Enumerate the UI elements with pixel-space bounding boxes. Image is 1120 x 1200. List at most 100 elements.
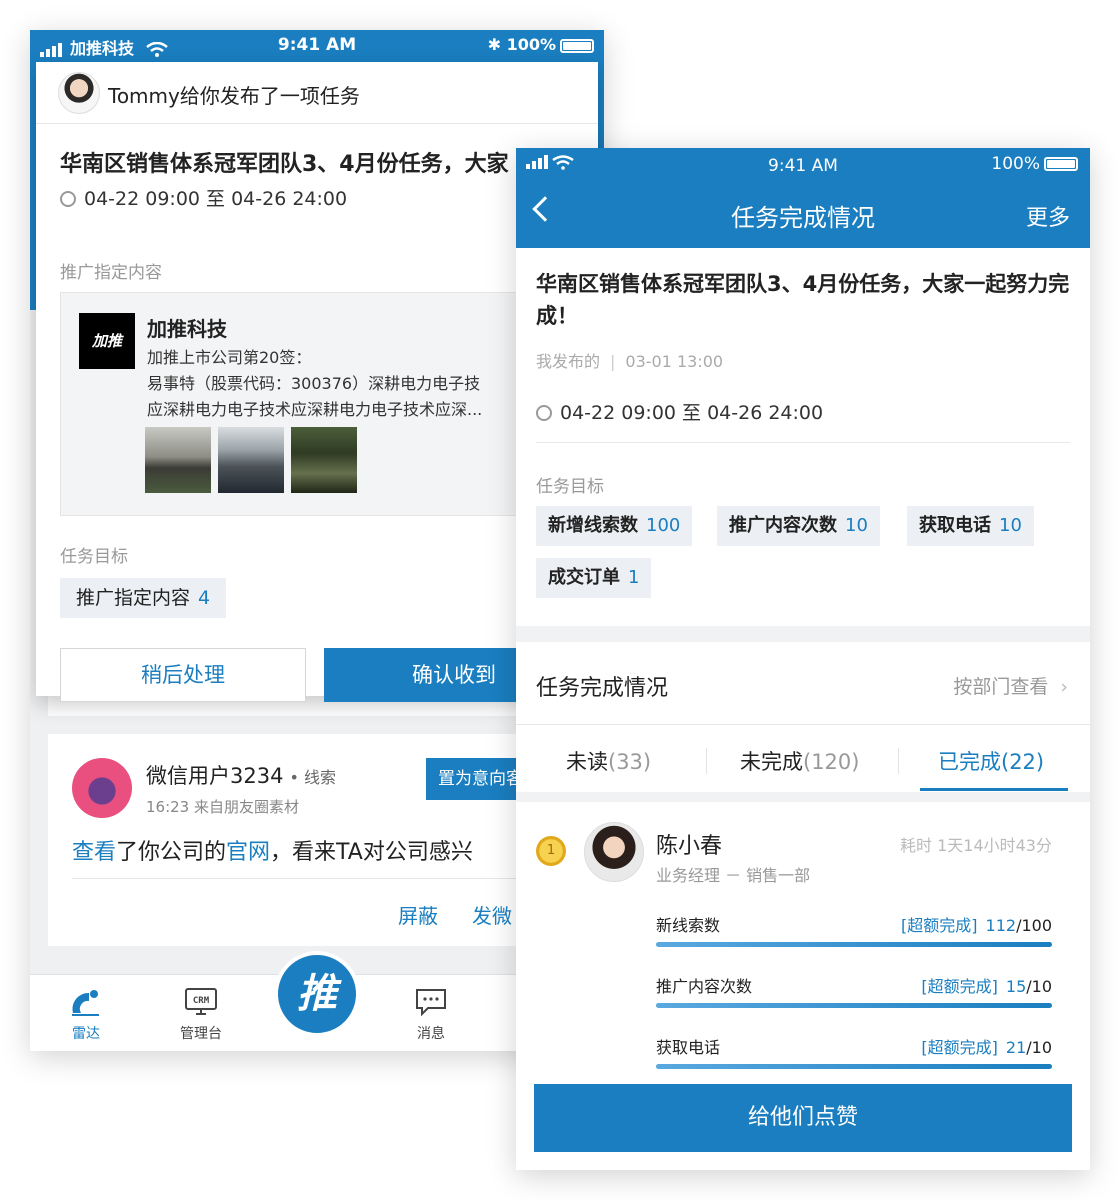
tab-radar[interactable]: 雷达 [46,987,126,1043]
clock-icon [60,191,76,207]
metric-label: 推广内容次数 [656,977,753,996]
metric-label: 获取电话 [656,1038,721,1057]
block-button[interactable]: 屏蔽 [398,900,438,929]
bluetooth-icon: ✱ [487,35,507,54]
goal-chip: 新增线索数 100 [536,506,693,546]
goal-chip: 推广内容次数 10 [717,506,880,546]
tab-unread[interactable]: 未读(33) [566,746,651,776]
metric-row: 推广内容次数 [超额完成] 15/10 [656,973,1052,1008]
goal-chip-value: 10 [845,515,868,536]
tab-message-label: 消息 [417,1026,445,1042]
metric-target: /10 [1026,1038,1052,1057]
goal-chip-label: 新增线索数 [548,515,638,536]
progress-fill [656,1064,1052,1069]
time-range-text: 04-22 09:00 至 04-26 24:00 [84,188,348,210]
promo-image[interactable] [291,427,357,493]
popup-header: Tommy给你发布了一项任务 [36,62,598,124]
tab-count: (22) [1001,750,1045,774]
metric-value: [超额完成] 15/10 [921,973,1052,997]
status-bar: 加推科技 9:41 AM ✱ 100% [30,30,604,60]
progress-fill [656,942,1052,947]
metric-label: 新线索数 [656,916,721,935]
goal-chip-label: 推广内容次数 [729,515,837,536]
goal-chip-value: 10 [999,515,1022,536]
lead-tag: • 线索 [289,768,336,787]
tab-message[interactable]: 消息 [391,987,471,1043]
tab-incomplete[interactable]: 未完成(120) [740,746,859,776]
divider [536,442,1070,443]
goal-chip-label: 获取电话 [919,515,991,536]
metric-value: [超额完成] 112/100 [901,912,1052,936]
task-time-range: 04-22 09:00 至 04-26 24:00 [60,184,347,211]
lead-message: 查看了你公司的官网，看来TA对公司感兴 [72,834,473,866]
view-link[interactable]: 查看 [72,840,116,865]
avatar[interactable] [584,822,644,882]
metric-target: /100 [1016,916,1052,935]
task-popup: Tommy给你发布了一项任务 华南区销售体系冠军团队3、4月份任务，大家 04-… [36,62,598,702]
lead-message-text: ，看来TA对公司感兴 [270,840,473,865]
goal-label: 任务目标 [60,547,128,567]
send-wechat-button[interactable]: 发微 [472,900,512,929]
promo-line: 加推上市公司第20签： [147,348,312,367]
popup-notice: Tommy给你发布了一项任务 [108,84,360,108]
goal-chip-label: 推广指定内容 [76,587,191,609]
push-button[interactable]: 推 [274,951,360,1037]
metric-tag: [超额完成] [921,1038,998,1057]
task-time-range: 04-22 09:00 至 04-26 24:00 [536,398,823,425]
view-by-department-label: 按部门查看 [953,676,1049,698]
tab-label: 未读 [566,750,608,774]
tab-separator [898,748,899,774]
content-label: 推广指定内容 [60,263,162,283]
goal-label: 任务目标 [536,477,604,497]
time-range-text: 04-22 09:00 至 04-26 24:00 [560,402,824,424]
battery-icon [560,38,594,53]
website-link[interactable]: 官网 [226,840,270,865]
publisher: 我发布的 [536,352,601,371]
nav-header: 9:41 AM 100% 任务完成情况 更多 [516,148,1090,248]
lead-name-text: 微信用户3234 [146,764,284,788]
page-title: 任务完成情况 [731,204,875,232]
metric-current: 15 [1005,977,1027,996]
goal-chip-value: 4 [198,587,211,609]
rank-medal-icon: 1 [536,836,566,866]
separator: | [610,352,616,371]
promo-image[interactable] [218,427,284,493]
metric-tag: [超额完成] [901,916,978,935]
person-role: 业务经理 － 销售一部 [656,866,811,885]
avatar [72,758,132,818]
promo-image[interactable] [145,427,211,493]
goal-chip: 推广指定内容 4 [60,578,227,618]
view-by-department-link[interactable]: 按部门查看 › [953,672,1068,699]
crm-icon-text: CRM [193,996,210,1006]
promo-line: 应深耕电力电子技术应深耕电力电子技术应深... [147,400,483,419]
metric-tag: [超额完成] [921,977,998,996]
lead-meta: 16:23 来自朋友圈素材 [146,798,299,816]
goal-chip: 获取电话 10 [907,506,1034,546]
crm-icon: CRM [185,988,217,1015]
metric-row: 新线索数 [超额完成] 112/100 [656,912,1052,947]
later-button[interactable]: 稍后处理 [60,648,306,702]
goal-chip-label: 成交订单 [548,567,620,588]
like-button[interactable]: 给他们点赞 [534,1084,1072,1152]
tab-admin[interactable]: CRM 管理台 [161,987,241,1043]
promo-line: 易事特（股票代码：300376）深耕电力电子技 [147,374,481,393]
radar-icon [72,990,99,1016]
section-title: 任务完成情况 [536,676,669,701]
battery-icon [1044,157,1078,171]
status-battery: ✱ 100% [488,35,594,54]
tab-completed[interactable]: 已完成(22) [938,746,1044,776]
tab-separator [706,748,707,774]
task-title: 华南区销售体系冠军团队3、4月份任务，大家一起努力完成！ [536,272,1070,328]
tab-radar-label: 雷达 [72,1026,100,1042]
goal-chip-value: 100 [646,515,681,536]
status-battery: 100% [991,154,1078,174]
more-button[interactable]: 更多 [1026,200,1070,232]
battery-text: 100% [506,35,556,54]
publish-time: 03-01 13:00 [625,352,724,371]
lead-name: 微信用户3234 • 线索 [146,760,336,790]
publish-info: 我发布的 | 03-01 13:00 [536,348,723,372]
chevron-right-icon: › [1060,676,1068,698]
battery-text: 100% [991,154,1040,174]
company-logo: 加推 [79,313,135,369]
message-icon [416,989,446,1017]
